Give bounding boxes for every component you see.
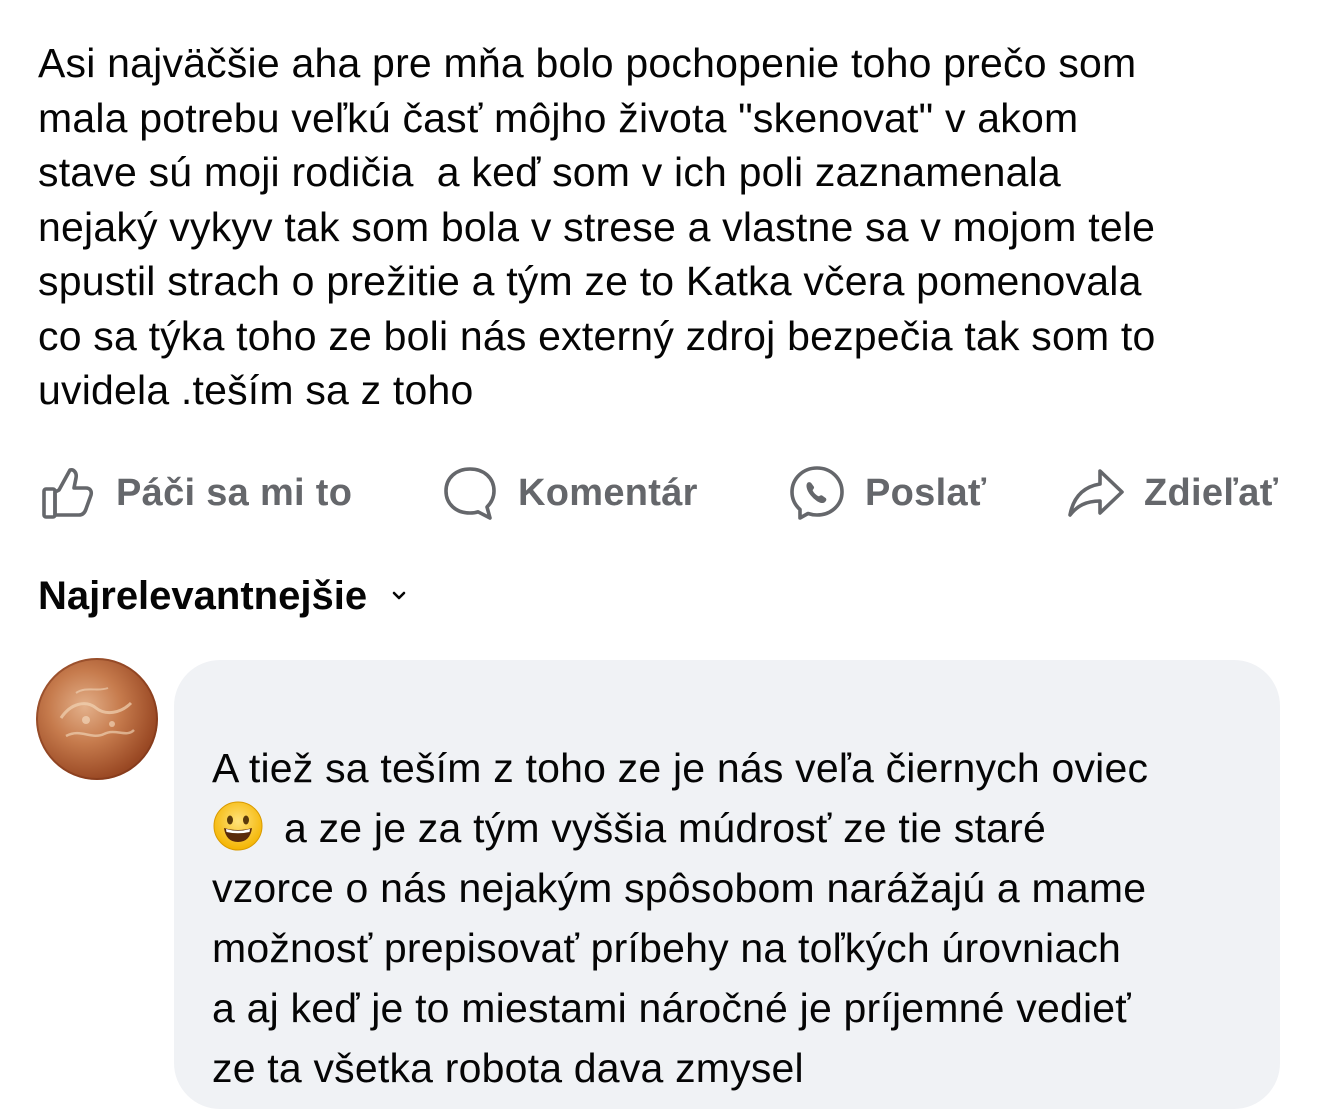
post-text-line: stave sú moji rodičia a keď som v ich po… <box>38 149 1061 195</box>
comment-text: A tiež sa teším z toho ze je nás veľa či… <box>212 738 1272 1098</box>
comment-sort-dropdown[interactable]: Najrelevantnejšie <box>38 568 409 624</box>
post-text-line: mala potrebu veľkú časť môjho života "sk… <box>38 94 1079 141</box>
post-text-line: spustil strach o prežitie a tým ze to Ka… <box>38 258 1142 304</box>
post-text: Asi najväčšie aha pre mňa bolo pochopeni… <box>38 36 1298 418</box>
share-label: Zdieľať <box>1144 471 1279 514</box>
comment-label: Komentár <box>518 471 698 514</box>
thumbs-up-icon <box>38 463 98 523</box>
send-label: Poslať <box>865 471 987 514</box>
share-button[interactable]: Zdieľať <box>1066 462 1278 524</box>
comment-text-line: vzorce o nás nejakým spôsobom narážajú a… <box>212 865 1147 911</box>
send-button[interactable]: Poslať <box>787 462 986 524</box>
comment-sort-label: Najrelevantnejšie <box>38 573 368 618</box>
comment-text-line: a aj keď je to miestami náročné je príje… <box>212 985 1131 1031</box>
post-text-line: co sa týka toho ze boli nás externý zdro… <box>38 312 1156 359</box>
like-label: Páči sa mi to <box>116 471 353 514</box>
comment-text-line: A tiež sa teším z toho ze je nás veľa či… <box>212 745 1149 791</box>
post-action-bar: Páči sa mi to Komentár Poslať Zdieľať <box>0 462 1320 524</box>
comment-text-line: možnosť prepisovať príbehy na toľkých úr… <box>212 925 1122 971</box>
chevron-down-icon <box>389 586 409 606</box>
share-arrow-icon <box>1066 463 1126 523</box>
post-text-line: uvidela .teším sa z toho <box>38 367 474 413</box>
comment-bubble[interactable]: A tiež sa teším z toho ze je nás veľa či… <box>174 660 1280 1109</box>
comment-bubble-icon <box>440 463 500 523</box>
user-avatar[interactable] <box>36 658 158 780</box>
post-text-line: nejaký vykyv tak som bola v strese a vla… <box>38 203 1156 250</box>
messenger-icon <box>787 463 847 523</box>
like-button[interactable]: Páči sa mi to <box>38 462 352 524</box>
comment-text-line-with-emoji: a ze je za tým vyššia múdrosť ze tie sta… <box>212 798 1272 858</box>
comment-text-line: a ze je za tým vyššia múdrosť ze tie sta… <box>284 805 1047 851</box>
grinning-face-emoji <box>212 800 264 852</box>
post-text-line: Asi najväčšie aha pre mňa bolo pochopeni… <box>38 40 1137 86</box>
comment-text-line: ze ta všetka robota dava zmysel <box>212 1045 804 1091</box>
comment-button[interactable]: Komentár <box>440 462 698 524</box>
